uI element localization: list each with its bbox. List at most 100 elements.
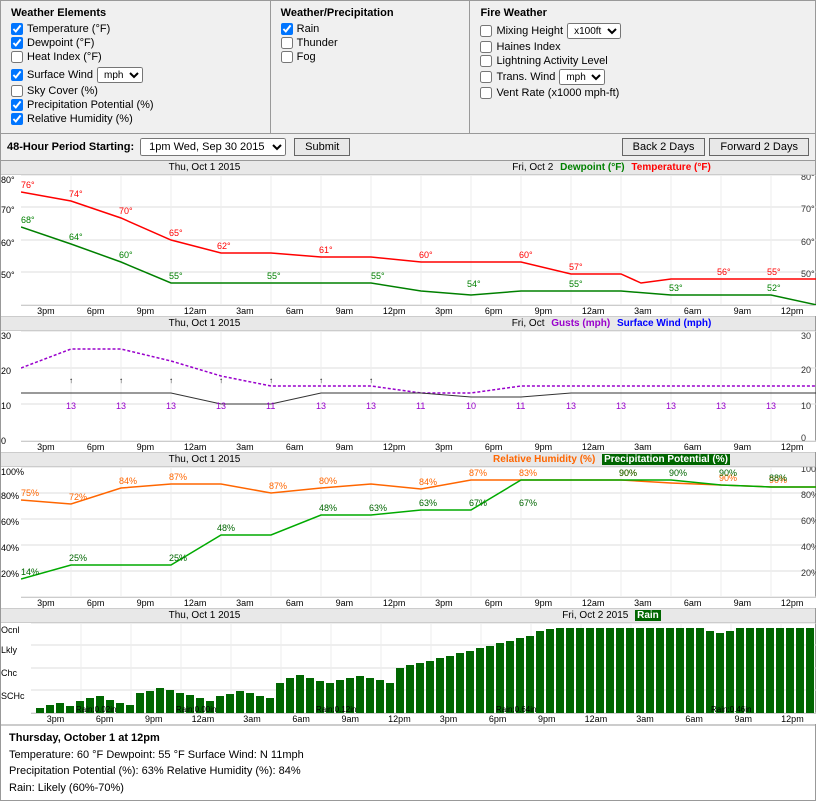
dewpoint-line <box>21 227 816 305</box>
lightning-item: Lightning Activity Level <box>480 55 805 67</box>
precip-legend-tag: Precipitation Potential (%) <box>602 454 730 465</box>
sky-cover-checkbox[interactable] <box>11 85 23 97</box>
svg-text:50°: 50° <box>801 269 815 279</box>
svg-text:25%: 25% <box>169 553 187 563</box>
chart3-header-left: Thu, Oct 1 2015 <box>1 453 408 466</box>
haines-label: Haines Index <box>496 41 560 53</box>
svg-text:48%: 48% <box>319 503 337 513</box>
svg-text:↑: ↑ <box>319 376 323 385</box>
fog-checkbox[interactable] <box>281 51 293 63</box>
svg-text:75%: 75% <box>21 488 39 498</box>
chart4-header-right: Fri, Oct 2 2015 Rain <box>408 609 815 622</box>
temp-item: Temperature (°F) <box>11 23 260 35</box>
svg-text:13: 13 <box>116 401 126 411</box>
svg-text:55°: 55° <box>569 279 583 289</box>
rh-legend-tag: Relative Humidity (%) <box>493 454 595 465</box>
svg-text:74°: 74° <box>69 189 83 199</box>
svg-text:63%: 63% <box>419 498 437 508</box>
svg-text:63%: 63% <box>369 503 387 513</box>
thunder-checkbox[interactable] <box>281 37 293 49</box>
svg-text:60°: 60° <box>801 237 815 247</box>
vent-rate-label: Vent Rate (x1000 mph-ft) <box>496 87 619 99</box>
chart1-date-right: Fri, Oct 2 <box>512 162 553 173</box>
charts-area: Thu, Oct 1 2015 Fri, Oct 2 Dewpoint (°F)… <box>0 161 816 801</box>
svg-text:80°: 80° <box>801 175 815 182</box>
submit-button[interactable]: Submit <box>294 138 350 156</box>
temp-checkbox[interactable] <box>11 23 23 35</box>
time-9pm: 9pm <box>121 306 171 316</box>
svg-text:65°: 65° <box>169 228 183 238</box>
svg-text:62°: 62° <box>217 241 231 251</box>
precip-line <box>21 480 816 579</box>
bottom-info-line3: Rain: Likely (60%-70%) <box>9 780 807 797</box>
nav-buttons: Back 2 Days Forward 2 Days <box>622 138 809 156</box>
fire-weather-title: Fire Weather <box>480 7 805 19</box>
thunder-label: Thunder <box>297 37 338 49</box>
trans-wind-checkbox[interactable] <box>480 71 492 83</box>
bottom-info-title: Thursday, October 1 at 12pm <box>9 730 807 747</box>
rel-humidity-item: Relative Humidity (%) <box>11 113 260 125</box>
precip-potential-label: Precipitation Potential (%) <box>27 99 154 111</box>
wind-legend-tag: Surface Wind (mph) <box>617 318 711 329</box>
bottom-info: Thursday, October 1 at 12pm Temperature:… <box>1 725 815 800</box>
chart2-date-right: Fri, Oct <box>512 318 545 329</box>
weather-elements-section: Weather Elements Temperature (°F) Dewpoi… <box>1 1 271 133</box>
surface-wind-checkbox[interactable] <box>11 69 23 81</box>
svg-text:48%: 48% <box>217 523 235 533</box>
lightning-checkbox[interactable] <box>480 55 492 67</box>
svg-text:68°: 68° <box>21 215 35 225</box>
heat-index-checkbox[interactable] <box>11 51 23 63</box>
svg-text:13: 13 <box>366 401 376 411</box>
time-6pm2: 6pm <box>469 306 519 316</box>
chart1-time-axis: 3pm 6pm 9pm 12am 3am 6am 9am 12pm 3pm 6p… <box>21 305 816 316</box>
time-12am2: 12am <box>568 306 618 316</box>
precip-potential-item: Precipitation Potential (%) <box>11 99 260 111</box>
surface-wind-unit-select[interactable]: mphkts <box>97 67 143 83</box>
rain-item: Rain <box>281 23 460 35</box>
time-9pm2: 9pm <box>519 306 569 316</box>
trans-wind-item: Trans. Wind mphkts <box>480 69 805 85</box>
svg-text:60°: 60° <box>119 250 133 260</box>
svg-text:87%: 87% <box>269 481 287 491</box>
bottom-info-line2: Precipitation Potential (%): 63% Relativ… <box>9 763 807 780</box>
chart2-svg: 13 13 13 13 11 13 13 11 10 11 13 13 13 1… <box>21 331 816 441</box>
chart1-svg: 76° 74° 70° 65° 62° 61° 60° 60° 57° 56° … <box>21 175 816 305</box>
time-3pm2: 3pm <box>419 306 469 316</box>
svg-text:13: 13 <box>66 401 76 411</box>
mixing-height-item: Mixing Height x100ft <box>480 23 805 39</box>
precip-potential-checkbox[interactable] <box>11 99 23 111</box>
chart4-svg: Rain:0.02in Rain:0.00in Rain:0.12in Rain… <box>31 623 816 713</box>
dewpoint-checkbox[interactable] <box>11 37 23 49</box>
forward-days-button[interactable]: Forward 2 Days <box>709 138 809 156</box>
mixing-height-unit-select[interactable]: x100ft <box>567 23 621 39</box>
surface-wind-label: Surface Wind <box>27 69 93 81</box>
svg-text:90%: 90% <box>669 468 687 478</box>
top-panel: Weather Elements Temperature (°F) Dewpoi… <box>0 0 816 134</box>
chart3-y-axis: 100% 80% 60% 40% 20% <box>1 467 21 597</box>
back-days-button[interactable]: Back 2 Days <box>622 138 706 156</box>
mixing-height-checkbox[interactable] <box>480 25 492 37</box>
svg-text:55°: 55° <box>169 271 183 281</box>
chart4-time-axis: 3pm 6pm 9pm 12am 3am 6am 9am 12pm 3pm 6p… <box>31 713 816 724</box>
rel-humidity-checkbox[interactable] <box>11 113 23 125</box>
temp-label: Temperature (°F) <box>27 23 110 35</box>
period-select[interactable]: 1pm Wed, Sep 30 2015 <box>140 138 286 156</box>
svg-text:↑: ↑ <box>269 376 273 385</box>
svg-text:90%: 90% <box>619 468 637 478</box>
svg-text:20%: 20% <box>801 568 816 578</box>
svg-text:61°: 61° <box>319 245 333 255</box>
svg-text:30: 30 <box>801 331 811 341</box>
svg-text:88%: 88% <box>769 473 787 483</box>
time-12am: 12am <box>170 306 220 316</box>
rain-checkbox[interactable] <box>281 23 293 35</box>
lightning-label: Lightning Activity Level <box>496 55 607 67</box>
gusts-legend-tag: Gusts (mph) <box>551 318 610 329</box>
svg-text:10: 10 <box>801 401 811 411</box>
svg-text:Rain:0.12in: Rain:0.12in <box>316 705 356 713</box>
svg-text:70°: 70° <box>119 206 133 216</box>
trans-wind-unit-select[interactable]: mphkts <box>559 69 605 85</box>
svg-text:52°: 52° <box>767 283 781 293</box>
vent-rate-checkbox[interactable] <box>480 87 492 99</box>
svg-text:40%: 40% <box>801 542 816 552</box>
haines-checkbox[interactable] <box>480 41 492 53</box>
